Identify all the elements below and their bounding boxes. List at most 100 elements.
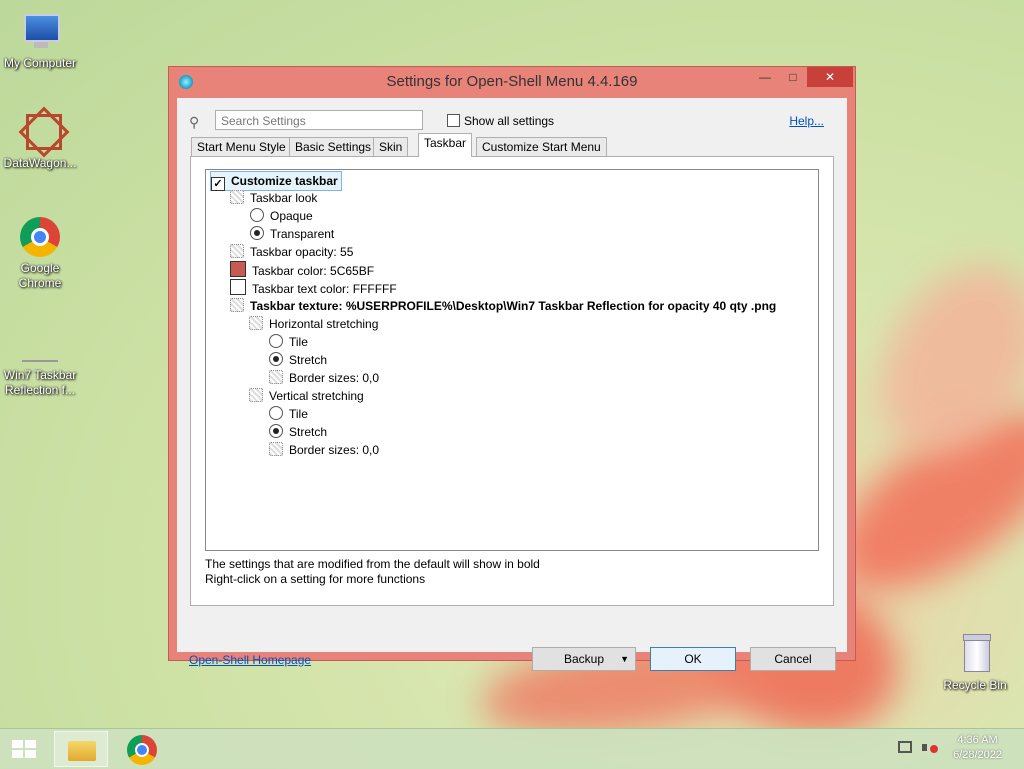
show-all-label: Show all settings	[464, 114, 555, 128]
radio-vertical-tile[interactable]: Tile	[269, 405, 308, 423]
system-clock[interactable]: 4:36 AM 6/28/2022	[953, 733, 1002, 763]
settings-gear-icon	[249, 316, 263, 330]
taskbar: 4:36 AM 6/28/2022	[0, 728, 1024, 769]
image-file-icon	[18, 322, 62, 366]
desktop-icon-google-chrome[interactable]: Google Chrome	[0, 215, 80, 291]
chrome-icon	[18, 215, 62, 259]
desktop-icon-my-computer[interactable]: My Computer	[0, 10, 80, 71]
setting-label: Tile	[289, 335, 308, 349]
desktop-icon-win7-taskbar-reflection[interactable]: Win7 Taskbar Reflection f...	[0, 322, 80, 398]
setting-label: Taskbar text color: FFFFFF	[252, 282, 397, 296]
backup-button[interactable]: Backup ▼	[532, 647, 636, 671]
search-input[interactable]: Search Settings	[215, 110, 423, 130]
setting-vertical-border-sizes[interactable]: Border sizes: 0,0	[269, 441, 379, 459]
maximize-button[interactable]: □	[779, 67, 807, 87]
setting-horizontal-border-sizes[interactable]: Border sizes: 0,0	[269, 369, 379, 387]
radio-button-selected-icon[interactable]	[269, 352, 283, 366]
setting-taskbar-color[interactable]: Taskbar color: 5C65BF	[230, 261, 374, 279]
tab-basic-settings[interactable]: Basic Settings	[289, 137, 378, 156]
desktop-icon-recycle-bin[interactable]: Recycle Bin	[935, 632, 1015, 693]
radio-button-icon[interactable]	[269, 406, 283, 420]
setting-label: Border sizes: 0,0	[289, 443, 380, 457]
desktop-icon-label: Win7 Taskbar Reflection f...	[3, 368, 77, 397]
radio-vertical-stretch[interactable]: Stretch	[269, 423, 327, 441]
minimize-button[interactable]: —	[751, 67, 779, 87]
radio-transparent[interactable]: Transparent	[250, 225, 334, 243]
title-bar[interactable]: Settings for Open-Shell Menu 4.4.169 — □…	[169, 67, 855, 97]
radio-button-icon[interactable]	[269, 334, 283, 348]
start-button[interactable]	[0, 731, 48, 767]
setting-taskbar-texture[interactable]: Taskbar texture: %USERPROFILE%\Desktop\W…	[230, 297, 776, 315]
settings-window: Settings for Open-Shell Menu 4.4.169 — □…	[168, 66, 856, 671]
settings-gear-icon	[269, 442, 283, 456]
dialog-client-area: ⚲ Search Settings Show all settings Help…	[177, 98, 847, 671]
setting-taskbar-opacity[interactable]: Taskbar opacity: 55	[230, 243, 353, 261]
settings-gear-icon	[230, 244, 244, 258]
setting-label: Horizontal stretching	[269, 317, 379, 331]
color-swatch-icon	[230, 279, 246, 295]
desktop-icon-label: DataWagon...	[3, 156, 77, 170]
taskbar-file-explorer[interactable]	[54, 731, 108, 767]
chrome-center-icon	[135, 743, 149, 757]
setting-label: Taskbar opacity: 55	[250, 245, 354, 259]
setting-vertical-stretching[interactable]: Vertical stretching	[249, 387, 364, 405]
dropdown-arrow-icon[interactable]: ▼	[620, 648, 629, 670]
desktop-icon-datawagon[interactable]: DataWagon...	[0, 106, 80, 171]
radio-opaque[interactable]: Opaque	[250, 207, 313, 225]
tab-start-menu-style[interactable]: Start Menu Style	[191, 137, 292, 156]
setting-label: Stretch	[289, 353, 328, 367]
settings-gear-icon	[230, 298, 244, 312]
radio-horizontal-tile[interactable]: Tile	[269, 333, 308, 351]
tab-taskbar[interactable]: Taskbar	[418, 133, 473, 157]
settings-gear-icon	[269, 370, 283, 384]
ok-button[interactable]: OK	[650, 647, 736, 671]
taskbar-tab-panel: ✓ Customize taskbar Taskbar look Opaque T…	[190, 156, 834, 606]
help-link[interactable]: Help...	[789, 114, 824, 128]
backup-label: Backup	[563, 652, 605, 666]
setting-label: Tile	[289, 407, 308, 421]
folder-icon	[68, 741, 96, 761]
radio-horizontal-stretch[interactable]: Stretch	[269, 351, 327, 369]
cancel-button[interactable]: Cancel	[750, 647, 836, 671]
checkmark-icon[interactable]: ✓	[211, 177, 225, 191]
setting-label: Vertical stretching	[269, 389, 364, 403]
desktop-icon-label: Recycle Bin	[943, 678, 1007, 692]
setting-label: Transparent	[270, 227, 335, 241]
setting-label: Taskbar texture: %USERPROFILE%\Desktop\W…	[250, 299, 777, 313]
setting-label: Customize taskbar	[231, 174, 338, 188]
radio-button-selected-icon[interactable]	[250, 226, 264, 240]
desktop-icon-label: My Computer	[3, 56, 77, 70]
volume-muted-icon[interactable]	[922, 741, 938, 755]
clock-date: 6/28/2022	[953, 749, 1002, 761]
windows-logo-icon	[12, 740, 36, 758]
settings-gear-icon	[249, 388, 263, 402]
show-all-settings-checkbox[interactable]: Show all settings	[447, 114, 554, 128]
settings-tree[interactable]: ✓ Customize taskbar Taskbar look Opaque T…	[205, 169, 819, 551]
setting-customize-taskbar[interactable]: ✓ Customize taskbar	[210, 171, 342, 191]
close-button[interactable]: ✕	[807, 67, 853, 87]
hint-right-click: Right-click on a setting for more functi…	[205, 572, 426, 586]
setting-label: Taskbar color: 5C65BF	[252, 264, 375, 278]
radio-button-selected-icon[interactable]	[269, 424, 283, 438]
hint-bold-modified: The settings that are modified from the …	[205, 557, 540, 571]
datawagon-logo-icon	[18, 106, 70, 158]
setting-label: Opaque	[270, 209, 313, 223]
tab-customize-start-menu[interactable]: Customize Start Menu	[476, 137, 607, 156]
setting-label: Stretch	[289, 425, 328, 439]
setting-taskbar-look[interactable]: Taskbar look	[230, 189, 317, 207]
magnifier-icon: ⚲	[189, 114, 200, 130]
open-shell-homepage-link[interactable]: Open-Shell Homepage	[189, 653, 311, 667]
setting-taskbar-text-color[interactable]: Taskbar text color: FFFFFF	[230, 279, 397, 297]
network-icon[interactable]	[898, 741, 912, 753]
setting-label: Taskbar look	[250, 191, 318, 205]
checkbox-box[interactable]	[447, 114, 460, 127]
desktop-icon-label: Google Chrome	[18, 261, 62, 290]
radio-button-icon[interactable]	[250, 208, 264, 222]
settings-gear-icon	[230, 190, 244, 204]
setting-horizontal-stretching[interactable]: Horizontal stretching	[249, 315, 378, 333]
computer-icon	[18, 10, 62, 54]
taskbar-chrome[interactable]	[118, 731, 166, 767]
tab-skin[interactable]: Skin	[373, 137, 409, 156]
recycle-bin-icon	[953, 632, 997, 676]
setting-label: Border sizes: 0,0	[289, 371, 380, 385]
